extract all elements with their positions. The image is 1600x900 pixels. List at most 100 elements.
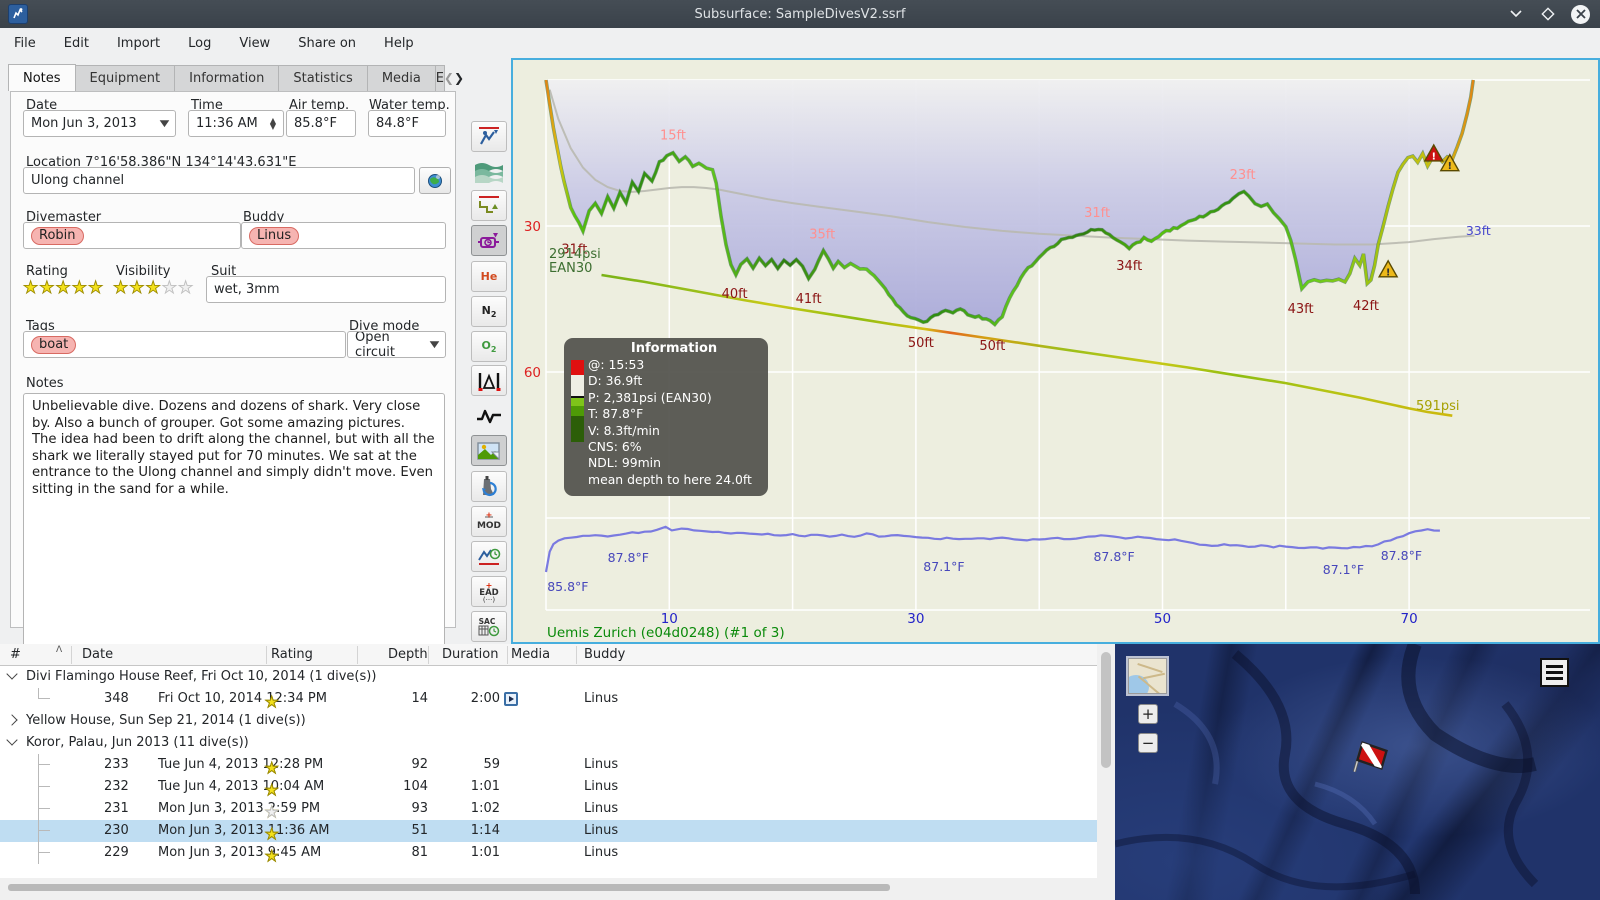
- trip-row[interactable]: Koror, Palau, Jun 2013 (11 dive(s)): [0, 732, 1097, 754]
- sort-ascending-icon[interactable]: ᐱ: [56, 645, 62, 655]
- dive-mode-select[interactable]: Open circuit ▼: [347, 331, 446, 358]
- rating-star-2[interactable]: ★: [39, 279, 55, 297]
- media-icon[interactable]: [504, 692, 518, 706]
- visibility-star-2[interactable]: ★: [129, 279, 145, 297]
- menu-bar: File Edit Import Log View Share on Help: [0, 28, 1600, 58]
- svg-text:MOD: MOD: [477, 521, 501, 531]
- rating-star-1[interactable]: ★: [23, 279, 39, 297]
- dive-profile-chart[interactable]: Information @: 15:53 D: 36.9ft P: 2,381psi…: [511, 58, 1600, 644]
- dive-date: Tue Jun 4, 2013 10:04 AM: [158, 779, 325, 794]
- tab-information[interactable]: Information: [174, 65, 280, 91]
- mod-icon[interactable]: MOD +: [471, 506, 507, 537]
- visibility-star-5[interactable]: ★: [178, 279, 194, 297]
- menu-share-on[interactable]: Share on: [298, 36, 356, 51]
- rating-star-4[interactable]: ★: [71, 279, 87, 297]
- column-header-depth[interactable]: Depth: [388, 647, 428, 662]
- heart-rate-icon[interactable]: [471, 400, 507, 431]
- collapse-trip-icon[interactable]: [6, 668, 18, 680]
- trip-row[interactable]: Yellow House, Sun Sep 21, 2014 (1 dive(s…: [0, 710, 1097, 732]
- tab-scroll-left-icon[interactable]: ❮: [444, 65, 454, 91]
- tags-field[interactable]: boat: [23, 331, 346, 358]
- ead-icon[interactable]: + EAD (···): [471, 576, 507, 607]
- dive-row[interactable]: 348 Fri Oct 10, 2014 12:34 PM ★ ★ ★ ★ ★ 14 2:00 L…: [0, 688, 1097, 711]
- tab-scroll-right-icon[interactable]: ❯: [454, 65, 464, 91]
- rating-stars[interactable]: ★ ★ ★ ★ ★: [23, 279, 104, 297]
- collapse-trip-icon[interactable]: [6, 734, 18, 746]
- dive-site-map[interactable]: + −: [1115, 644, 1600, 900]
- suit-field[interactable]: wet, 3mm: [206, 276, 446, 303]
- spin-arrows-icon[interactable]: ▲ ▼: [270, 116, 276, 130]
- dive-row[interactable]: 231 Mon Jun 3, 2013 2:59 PM ★ ★ ★ ★ ★ 93 1:02 Lin…: [0, 798, 1097, 821]
- horizontal-scrollbar[interactable]: [0, 878, 1097, 900]
- map-zoom-in-button[interactable]: +: [1138, 704, 1158, 724]
- column-header-rating[interactable]: Rating: [271, 647, 313, 662]
- svg-text:87.8°F: 87.8°F: [1093, 549, 1134, 564]
- map-menu-button[interactable]: [1540, 658, 1569, 687]
- map-zoom-out-button[interactable]: −: [1138, 733, 1158, 753]
- expand-trip-icon[interactable]: [6, 714, 18, 726]
- water-temp-field[interactable]: 84.8°F: [368, 110, 446, 137]
- tab-equipment[interactable]: Equipment: [74, 65, 176, 91]
- date-field[interactable]: Mon Jun 3, 2013 ▼: [23, 110, 176, 137]
- dive-date: Mon Jun 3, 2013 2:59 PM: [158, 801, 321, 816]
- oxygen-graph-icon[interactable]: O2: [471, 331, 507, 362]
- trip-row[interactable]: Divi Flamingo House Reef, Fri Oct 10, 20…: [0, 666, 1097, 688]
- visibility-star-1[interactable]: ★: [113, 279, 129, 297]
- water-waves-icon[interactable]: [471, 156, 507, 187]
- rating-star-5[interactable]: ★: [88, 279, 104, 297]
- minimize-button[interactable]: [1507, 5, 1525, 23]
- show-photos-icon[interactable]: [471, 435, 507, 466]
- column-header-media[interactable]: Media: [511, 647, 550, 662]
- visibility-star-3[interactable]: ★: [145, 279, 161, 297]
- dive-row[interactable]: 232 Tue Jun 4, 2013 10:04 AM ★ ★ ★ ★ ★ 104 1:01 L…: [0, 776, 1097, 799]
- menu-file[interactable]: File: [14, 36, 36, 51]
- svg-text:34ft: 34ft: [1116, 259, 1142, 274]
- map-type-button[interactable]: [1128, 658, 1167, 694]
- tank-pressure-time-icon[interactable]: [471, 225, 507, 256]
- menu-help[interactable]: Help: [384, 36, 414, 51]
- buddy-field[interactable]: Linus: [241, 222, 446, 249]
- dive-flag-marker[interactable]: [1347, 736, 1391, 784]
- column-header-date[interactable]: Date: [82, 647, 113, 662]
- air-temp-field[interactable]: 85.8°F: [286, 110, 356, 137]
- svg-text:591psi: 591psi: [1416, 399, 1459, 414]
- tank-bar-icon[interactable]: [471, 471, 507, 502]
- time-field[interactable]: 11:36 AM ▲ ▼: [188, 110, 284, 137]
- visibility-stars[interactable]: ★ ★ ★ ★ ★: [113, 279, 194, 297]
- tab-notes[interactable]: Notes: [8, 64, 76, 91]
- ceiling-icon[interactable]: [471, 190, 507, 221]
- visibility-star-4[interactable]: ★: [161, 279, 177, 297]
- ndl-tts-icon[interactable]: [471, 541, 507, 572]
- dive-flag-icon: [1352, 741, 1388, 773]
- dive-duration: 1:01: [470, 845, 500, 860]
- dive-computer-icon[interactable]: [471, 121, 507, 152]
- dive-depth: 14: [411, 691, 428, 706]
- dive-row[interactable]: 230 Mon Jun 3, 2013 11:36 AM ★ ★ ★ ★ ★ 51 1:14 Li…: [0, 820, 1097, 843]
- rating-star-3[interactable]: ★: [55, 279, 71, 297]
- info-box-row: P: 2,381psi (EAN30): [588, 389, 712, 405]
- svg-text:40ft: 40ft: [722, 287, 748, 302]
- column-header-buddy[interactable]: Buddy: [584, 647, 625, 662]
- tab-statistics[interactable]: Statistics: [278, 65, 368, 91]
- dive-row[interactable]: 233 Tue Jun 4, 2013 12:28 PM ★ ★ ★ ★ ★ 92 59 Linu…: [0, 754, 1097, 777]
- tissues-icon[interactable]: [471, 365, 507, 396]
- divemaster-field[interactable]: Robin: [23, 222, 241, 249]
- close-button[interactable]: [1571, 4, 1590, 24]
- menu-view[interactable]: View: [239, 36, 270, 51]
- warning-triangle-icon: !: [1377, 259, 1399, 278]
- maximize-button[interactable]: [1539, 5, 1557, 23]
- tab-media[interactable]: Media: [366, 65, 436, 91]
- vertical-scrollbar[interactable]: [1097, 644, 1115, 900]
- column-header-num[interactable]: #: [10, 647, 21, 662]
- column-header-duration[interactable]: Duration: [442, 647, 498, 662]
- map-globe-button[interactable]: [419, 167, 451, 194]
- nitrogen-graph-icon[interactable]: N2: [471, 296, 507, 327]
- sac-icon[interactable]: SAC: [471, 611, 507, 642]
- helium-graph-icon[interactable]: He: [471, 261, 507, 292]
- menu-log[interactable]: Log: [188, 36, 211, 51]
- location-field[interactable]: Ulong channel: [23, 167, 415, 194]
- menu-import[interactable]: Import: [117, 36, 160, 51]
- dive-row[interactable]: 229 Mon Jun 3, 2013 9:45 AM ★ ★ ★ ★ ★ 81 1:01 Lin…: [0, 842, 1097, 865]
- svg-text:42ft: 42ft: [1353, 299, 1379, 314]
- menu-edit[interactable]: Edit: [64, 36, 89, 51]
